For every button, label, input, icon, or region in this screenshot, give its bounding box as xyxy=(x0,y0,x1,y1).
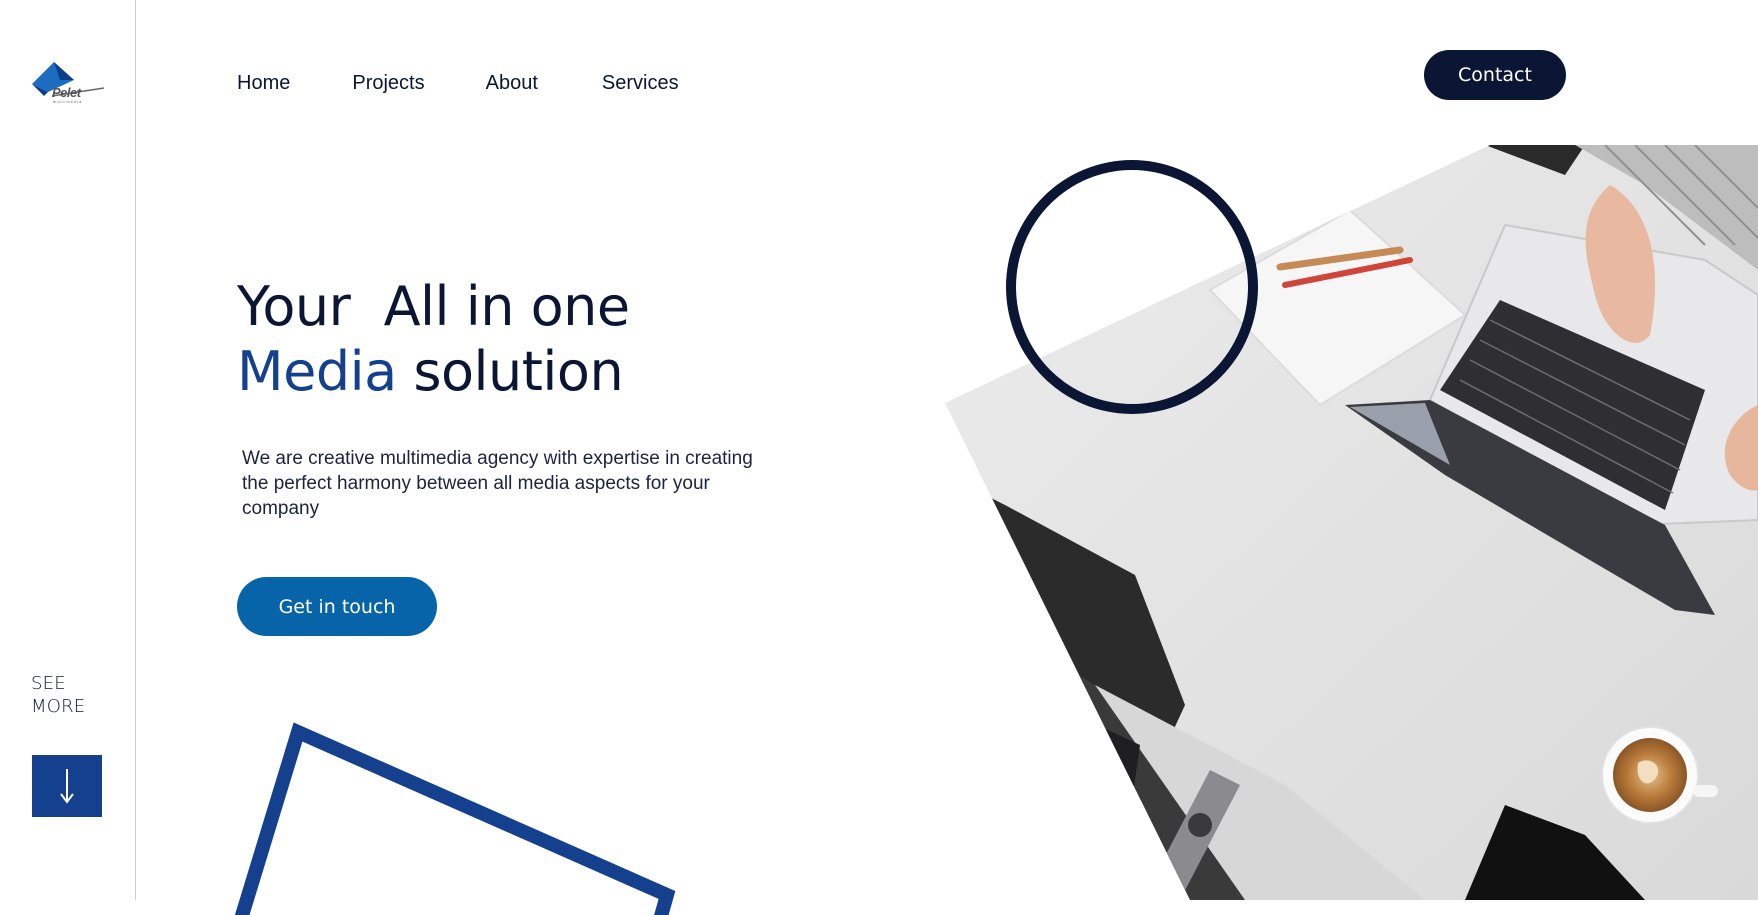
decorative-square-outline xyxy=(234,722,676,915)
hero-title-line-2: Media solution xyxy=(237,339,630,404)
see-more-line-1: SEE xyxy=(31,673,66,694)
hero-title: Your All in one Media solution xyxy=(237,274,630,404)
hero-title-rest: solution xyxy=(396,340,624,403)
logo-wordmark: Pelet xyxy=(52,85,81,100)
decorative-ring-circle xyxy=(1006,160,1258,414)
main-nav: Home Projects About Services xyxy=(237,72,741,95)
brand-logo[interactable]: Pelet multimedia xyxy=(30,58,110,110)
arrow-down-icon xyxy=(60,769,74,804)
sidebar: Pelet multimedia SEE MORE xyxy=(0,0,136,900)
see-more-line-2: MORE xyxy=(31,696,86,717)
nav-home[interactable]: Home xyxy=(237,72,290,95)
nav-about[interactable]: About xyxy=(486,72,538,95)
hero-title-accent: Media xyxy=(237,340,397,403)
nav-projects[interactable]: Projects xyxy=(352,72,424,95)
logo-tagline: multimedia xyxy=(53,99,83,104)
contact-button[interactable]: Contact xyxy=(1424,50,1566,100)
see-more-label: SEE MORE xyxy=(31,672,85,718)
hero-description: We are creative multimedia agency with e… xyxy=(242,448,753,519)
scroll-down-button[interactable] xyxy=(32,755,102,817)
hero-title-line-1: Your All in one xyxy=(237,275,630,338)
nav-services[interactable]: Services xyxy=(602,72,679,95)
get-in-touch-button[interactable]: Get in touch xyxy=(237,577,437,636)
